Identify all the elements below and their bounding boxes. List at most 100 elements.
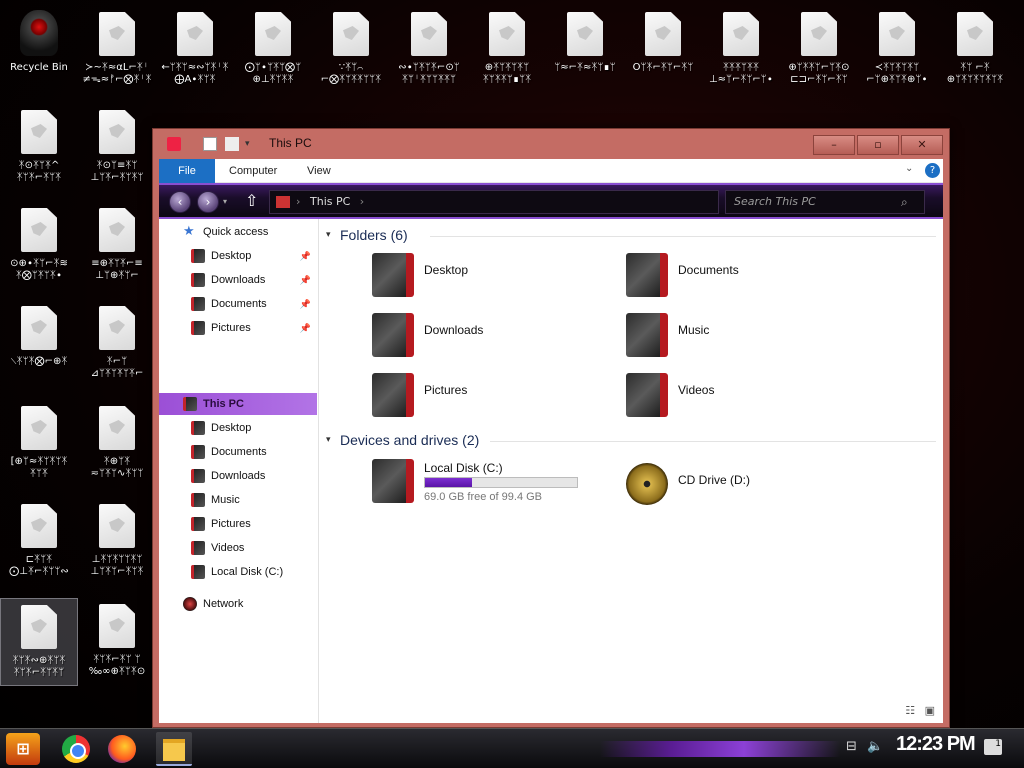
nav-label: This PC [203, 398, 244, 410]
pin-icon[interactable]: 📌 [300, 245, 311, 267]
new-folder-icon[interactable] [225, 137, 239, 151]
devices-group-header[interactable]: Devices and drives (2) [340, 432, 479, 448]
nav-label: Pictures [211, 322, 251, 334]
chevron-down-icon[interactable]: ▾ [245, 137, 255, 151]
back-button[interactable]: ‹ [169, 191, 191, 213]
nav-item-music[interactable]: Music [159, 489, 317, 511]
clock[interactable]: 12:23 PM [896, 733, 976, 756]
folder-label: Downloads [424, 323, 484, 337]
desktop-file[interactable]: ≻~ᛡ≈αL⌐ᛡᛌ ≠ᯓ≈ᚠ⌐⨂ᛡᛌᛡ [78, 6, 156, 94]
desktop-file[interactable]: ᛡ⊕ᛘᛡ ≂ᛘᛡᛘ∿ᛡᛘᛘ [78, 400, 156, 488]
recent-locations-icon[interactable]: ▾ [223, 197, 227, 206]
nav-item-pictures[interactable]: Pictures [159, 513, 317, 535]
network-icon[interactable]: ⊟ [846, 739, 857, 754]
forward-button[interactable]: › [197, 191, 219, 213]
tab-computer[interactable]: Computer [229, 159, 277, 183]
folder-videos[interactable]: Videos [626, 373, 876, 423]
folder-downloads[interactable]: Downloads [372, 313, 622, 363]
folder-documents[interactable]: Documents [626, 253, 876, 303]
nav-label: Quick access [203, 226, 269, 238]
search-input[interactable]: Search This PC [725, 190, 925, 214]
nav-this-pc[interactable]: This PC [159, 393, 317, 415]
help-icon[interactable]: ? [925, 163, 940, 178]
desktop-file[interactable]: ᛡ⌐ᛘ ⊿ᛘᛡᛘᛡᛘᛡ⌐ [78, 300, 156, 388]
desktop-file[interactable]: ≡⊕ᛡᛘᛡ⌐≡ ⊥ᛘ⊕ᛡᛘ⌐ [78, 202, 156, 290]
pin-icon[interactable]: 📌 [300, 317, 311, 339]
drive-cd[interactable]: CD Drive (D:) [626, 461, 876, 511]
desktop-file[interactable]: ᛡᛘᛡ∾⊕ᛡᛘᛡ ᛡᛘᛡ⌐ᛡᛘᛡᛘ [0, 598, 78, 686]
pin-icon[interactable]: 📌 [300, 269, 311, 291]
desktop-icon-label: ⊥ᛡᛘᛡᛘᛘᛡᛘ ⊥ᛘᛡᛘ⌐ᛡᛘᛡ [90, 554, 144, 577]
nav-network[interactable]: Network [159, 593, 317, 615]
pin-icon[interactable]: 📌 [300, 293, 311, 315]
folder-pictures[interactable]: Pictures [372, 373, 622, 423]
desktop-file[interactable]: ≺ᛡᛘᛡᛘᛡᛘ ⌐ᛘ⊕ᛡᛘᛡ⊕ᛘ∙ [858, 6, 936, 94]
nav-quick-access[interactable]: ★ Quick access [159, 221, 317, 243]
tab-view[interactable]: View [307, 159, 331, 183]
file-explorer-icon[interactable] [156, 732, 192, 766]
desktop-file[interactable]: ⨀ᛘ∙ᛘᛡᛘ⨂ᛘ ⊕⊥ᛡᛘᛡᛡ [234, 6, 312, 94]
volume-icon[interactable]: 🔈 [867, 739, 883, 754]
desktop-file[interactable]: ᛡ⊙ᛘ≡ᛡᛘ ⊥ᛘᛡ⌐ᛡᛘᛡᛘ [78, 104, 156, 192]
chevron-down-icon[interactable]: ⌄ [905, 163, 913, 174]
firefox-icon[interactable] [108, 735, 136, 763]
desktop-file[interactable]: ᛘ≈⌐ᛡ≈ᛡᛘ∎ᛘ [546, 6, 624, 94]
system-tray[interactable]: ⊟ 🔈 [846, 739, 883, 754]
notification-icon[interactable]: 1 [984, 739, 1002, 755]
search-icon[interactable]: ⌕ [901, 195, 908, 210]
desktop-file[interactable]: ⟍ᛡᛘᛡ⨂⌐⊕ᛡ [0, 300, 78, 388]
nav-item-local-disk-c-[interactable]: Local Disk (C:) [159, 561, 317, 583]
collapse-chevron-icon[interactable]: ▾ [326, 435, 331, 445]
tab-file[interactable]: File [159, 159, 215, 183]
desktop-file[interactable]: Öᛘᛡ⌐ᛡᛘ⌐ᛡᛘ [624, 6, 702, 94]
desktop-file[interactable]: ᛡᛘᛡ⌐ᛡᛘ ᛘ ‰∞⊕ᛡᛘᛡ⊙ [78, 598, 156, 686]
breadcrumb[interactable]: This PC [310, 195, 350, 208]
nav-item-downloads[interactable]: Downloads [159, 465, 317, 487]
desktop-file[interactable]: ⊕ᛡᛘᛡᛘᛡᛘ ᛡᛘᛡᛡᛘ∎ᛘᛡ [468, 6, 546, 94]
view-toggle[interactable]: ☷ ▣ [905, 704, 935, 717]
breadcrumb-chevron-icon[interactable]: › [360, 195, 364, 208]
title-bar[interactable]: ▾ This PC – ▫ ✕ [153, 129, 949, 159]
document-icon [567, 12, 603, 56]
nav-item-pictures[interactable]: Pictures 📌 [159, 317, 317, 339]
desktop-file[interactable]: ᛡᛡᛡᛘᛡᛡ ⊥≈ᛘ⌐ᛡᛘ⌐ᛘ∙ [702, 6, 780, 94]
drive-usage-bar [424, 477, 578, 488]
start-button[interactable]: ⊞ [6, 733, 40, 765]
desktop-file[interactable]: ⊙⊕∙ᛡᛘ⌐ᛡ≋ ᛡ⨂ᛘᛡᛘᛡ∙ [0, 202, 78, 290]
desktop-file[interactable]: ᛡᛘ ⌐ᛡ ⊕ᛘᛡᛘᛡᛘᛡᛘᛡ [936, 6, 1014, 94]
close-button[interactable]: ✕ [901, 135, 943, 155]
folder-label: Documents [678, 263, 739, 277]
recycle-bin-icon[interactable]: Recycle Bin [0, 6, 78, 94]
address-bar[interactable]: › This PC › [269, 190, 719, 214]
details-view-icon[interactable]: ☷ [905, 704, 915, 717]
folder-music[interactable]: Music [626, 313, 876, 363]
nav-item-videos[interactable]: Videos [159, 537, 317, 559]
desktop-file[interactable]: ∵ᛡᛘ⌒ ⌐⨂ᛡᛘᛡᛡᛘᛘᛡ [312, 6, 390, 94]
folder-icon [191, 321, 205, 335]
collapse-chevron-icon[interactable]: ▾ [326, 230, 331, 240]
folders-group-header[interactable]: Folders (6) [340, 227, 408, 243]
nav-item-desktop[interactable]: Desktop 📌 [159, 245, 317, 267]
desktop-icon-label: ⊙⊕∙ᛡᛘ⌐ᛡ≋ ᛡ⨂ᛘᛡᛘᛡ∙ [10, 258, 68, 281]
drive-local-disk[interactable]: Local Disk (C:) 69.0 GB free of 99.4 GB [372, 459, 622, 509]
nav-item-desktop[interactable]: Desktop [159, 417, 317, 439]
desktop-file[interactable]: ᛡ⊙ᛡᛘᛡ^ ᛡᛘᛡ⌐ᛡᛘᛡ [0, 104, 78, 192]
minimize-button[interactable]: – [813, 135, 855, 155]
chrome-icon[interactable] [62, 735, 90, 763]
desktop-file[interactable]: ⊏ᛡᛘᛡ ⨀⊥ᛡ⌐ᛡᛘᛘ∾ [0, 498, 78, 586]
desktop-file[interactable]: [⊕ᛘ≈ᛡᛘᛡᛘᛡ ᛡᛘᛡ [0, 400, 78, 488]
large-icons-view-icon[interactable]: ▣ [925, 704, 935, 717]
properties-icon[interactable] [203, 137, 217, 151]
desktop-file[interactable]: ←ᛘᛡᛘ≈∾ᛘᛡᛌᛡ ⨁A∙ᛡᛘᛡ [156, 6, 234, 94]
nav-item-downloads[interactable]: Downloads 📌 [159, 269, 317, 291]
nav-item-documents[interactable]: Documents 📌 [159, 293, 317, 315]
desktop-icon-label: ⨀ᛘ∙ᛘᛡᛘ⨂ᛘ ⊕⊥ᛡᛘᛡᛡ [244, 62, 302, 85]
desktop-file[interactable]: ⊥ᛡᛘᛡᛘᛘᛡᛘ ⊥ᛘᛡᛘ⌐ᛡᛘᛡ [78, 498, 156, 586]
desktop-file[interactable]: ⊕ᛘᛡᛡᛘ⌐ᛘᛡ⊙ ⊏⊐⌐ᛡᛘ⌐ᛡᛘ [780, 6, 858, 94]
up-arrow-icon[interactable]: ⇧ [245, 191, 258, 210]
document-icon [21, 110, 57, 154]
desktop-file[interactable]: ∾∙ᛘᛡᛘᛡ⌐⊙ᛘ ᛡᛘᛌᛡᛘᛘᛡᛡᛘ [390, 6, 468, 94]
folder-desktop[interactable]: Desktop [372, 253, 622, 303]
nav-item-documents[interactable]: Documents [159, 441, 317, 463]
maximize-button[interactable]: ▫ [857, 135, 899, 155]
